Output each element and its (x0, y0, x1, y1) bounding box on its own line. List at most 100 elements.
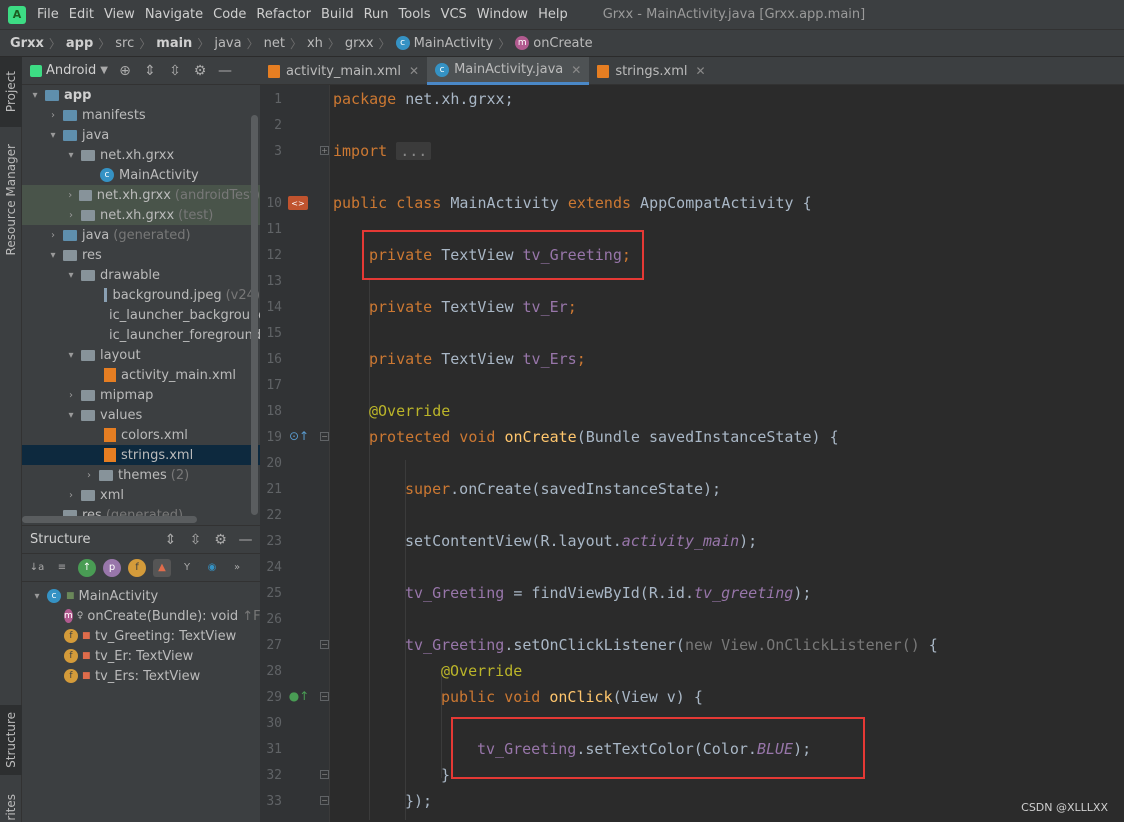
tree-item-manifests[interactable]: › manifests (22, 105, 260, 125)
tree-item-mainactivity[interactable]: c MainActivity (22, 165, 260, 185)
menu-run[interactable]: Run (359, 0, 394, 29)
vertical-scrollbar[interactable] (251, 115, 258, 515)
tree-item-package[interactable]: ▾ net.xh.grxx (22, 145, 260, 165)
tree-item-colors-xml[interactable]: colors.xml (22, 425, 260, 445)
gear-icon[interactable]: ⚙ (212, 532, 228, 548)
resource-manager-tool-tab[interactable]: Resource Manager (0, 137, 22, 262)
expand-all-icon[interactable]: ⇕ (142, 63, 158, 79)
show-non-public-icon[interactable]: ▲ (153, 558, 171, 577)
collapse-all-icon[interactable]: ⇳ (167, 63, 183, 79)
crumb-src[interactable]: src (115, 36, 134, 51)
tree-item-package-androidtest[interactable]: › net.xh.grxx (androidTest) (22, 185, 260, 205)
show-inherited-icon[interactable]: ↑ (78, 558, 96, 577)
tree-item-res[interactable]: ▾ res (22, 245, 260, 265)
view-mode-select[interactable]: Android (46, 63, 96, 78)
project-panel: Android ▼ ⊕ ⇕ ⇳ ⚙ — ▾ app › manifests ▾ jav… (22, 57, 260, 525)
chevron-right-icon[interactable]: › (64, 210, 78, 221)
tree-item-strings-xml[interactable]: strings.xml (22, 445, 260, 465)
menu-vcs[interactable]: VCS (436, 0, 472, 29)
folded-imports[interactable]: ... (396, 142, 432, 160)
chevron-right-icon[interactable]: › (64, 390, 78, 401)
crumb-main[interactable]: main (156, 36, 192, 51)
tree-item-xml[interactable]: › xml (22, 485, 260, 505)
sort-visibility-icon[interactable]: ≡ (53, 559, 71, 577)
gear-icon[interactable]: ⚙ (192, 63, 208, 79)
tab-activity-main-xml[interactable]: activity_main.xml ✕ (260, 57, 427, 85)
tree-item-ic-launcher-background[interactable]: ic_launcher_background. (22, 305, 260, 325)
menu-code[interactable]: Code (208, 0, 251, 29)
show-fields-icon[interactable]: f (128, 558, 146, 577)
show-properties-icon[interactable]: p (103, 558, 121, 577)
collapse-all-icon[interactable]: ⇳ (187, 532, 203, 548)
chevron-down-icon[interactable]: ▾ (46, 130, 60, 141)
autoscroll-icon[interactable]: ◉ (203, 559, 221, 577)
tree-item-ic-launcher-foreground[interactable]: ic_launcher_foreground.x (22, 325, 260, 345)
menu-refactor[interactable]: Refactor (251, 0, 316, 29)
crumb-class[interactable]: c MainActivity (395, 36, 493, 51)
hide-icon[interactable]: — (237, 532, 253, 548)
hide-icon[interactable]: — (217, 63, 233, 79)
tree-item-drawable[interactable]: ▾ drawable (22, 265, 260, 285)
menu-file[interactable]: File (32, 0, 64, 29)
chevron-down-icon[interactable]: ▾ (64, 150, 78, 161)
structure-tool-tab[interactable]: Structure (0, 705, 22, 775)
structure-item-tv-er[interactable]: f ■ tv_Er: TextView (22, 646, 260, 666)
locate-icon[interactable]: ⊕ (117, 63, 133, 79)
tree-item-app[interactable]: ▾ app (22, 85, 260, 105)
chevron-right-icon[interactable]: › (46, 230, 60, 241)
tree-item-activity-main-xml[interactable]: activity_main.xml (22, 365, 260, 385)
menu-window[interactable]: Window (472, 0, 533, 29)
tab-strings-xml[interactable]: strings.xml ✕ (589, 57, 713, 85)
chevron-down-icon[interactable]: ▾ (30, 591, 44, 602)
crumb-method[interactable]: m onCreate (515, 36, 593, 51)
code-text: private TextView tv_Ers; (369, 350, 586, 368)
crumb-xh[interactable]: xh (307, 36, 323, 51)
tree-item-java[interactable]: ▾ java (22, 125, 260, 145)
project-tool-tab[interactable]: Project (0, 57, 22, 127)
crumb-project[interactable]: Grxx (10, 36, 44, 51)
menu-tools[interactable]: Tools (394, 0, 436, 29)
tree-item-mipmap[interactable]: › mipmap (22, 385, 260, 405)
tab-mainactivity-java[interactable]: c MainActivity.java ✕ (427, 57, 590, 85)
crumb-java[interactable]: java (214, 36, 241, 51)
horizontal-scrollbar[interactable] (22, 516, 197, 523)
structure-item-tv-greeting[interactable]: f ■ tv_Greeting: TextView (22, 626, 260, 646)
menu-edit[interactable]: Edit (64, 0, 99, 29)
tree-item-themes[interactable]: › themes (2) (22, 465, 260, 485)
code-editor[interactable]: <> ⊙↑ ●↑ + − − − − − 1 package net.xh.grx… (260, 85, 1124, 822)
crumb-net[interactable]: net (264, 36, 285, 51)
close-icon[interactable]: ✕ (696, 64, 706, 78)
chevron-right-icon[interactable]: › (46, 110, 60, 121)
crumb-module[interactable]: app (66, 36, 93, 51)
favorites-tab-label: rites (4, 793, 18, 821)
sort-alpha-icon[interactable]: ↓a (28, 559, 46, 577)
crumb-grxx[interactable]: grxx (345, 36, 374, 51)
chevron-down-icon[interactable]: ▾ (28, 90, 42, 101)
tree-item-values[interactable]: ▾ values (22, 405, 260, 425)
expand-all-icon[interactable]: ⇕ (162, 532, 178, 548)
chevron-down-icon[interactable]: ▾ (46, 250, 60, 261)
chevron-right-icon[interactable]: › (64, 190, 76, 201)
menu-help[interactable]: Help (533, 0, 573, 29)
close-icon[interactable]: ✕ (571, 63, 581, 77)
tree-item-java-generated[interactable]: › java (generated) (22, 225, 260, 245)
tree-item-background-jpeg[interactable]: background.jpeg (v24) (22, 285, 260, 305)
menu-build[interactable]: Build (316, 0, 359, 29)
chevron-down-icon[interactable]: ▼ (100, 65, 108, 76)
tree-item-package-test[interactable]: › net.xh.grxx (test) (22, 205, 260, 225)
structure-item-tv-ers[interactable]: f ■ tv_Ers: TextView (22, 666, 260, 686)
structure-item-oncreate[interactable]: m ♀ onCreate(Bundle): void ↑Fra (22, 606, 273, 626)
chevron-right-icon[interactable]: › (82, 470, 96, 481)
chevron-down-icon[interactable]: ▾ (64, 270, 78, 281)
favorites-tool-tab[interactable]: rites (0, 792, 22, 822)
more-icon[interactable]: » (228, 559, 246, 577)
close-icon[interactable]: ✕ (409, 64, 419, 78)
menu-navigate[interactable]: Navigate (140, 0, 208, 29)
structure-item-class[interactable]: ▾ c ■ MainActivity (22, 586, 260, 606)
chevron-right-icon[interactable]: › (64, 490, 78, 501)
chevron-down-icon[interactable]: ▾ (64, 410, 78, 421)
show-lambdas-icon[interactable]: Y (178, 559, 196, 577)
tree-item-layout[interactable]: ▾ layout (22, 345, 260, 365)
menu-view[interactable]: View (99, 0, 140, 29)
chevron-down-icon[interactable]: ▾ (64, 350, 78, 361)
